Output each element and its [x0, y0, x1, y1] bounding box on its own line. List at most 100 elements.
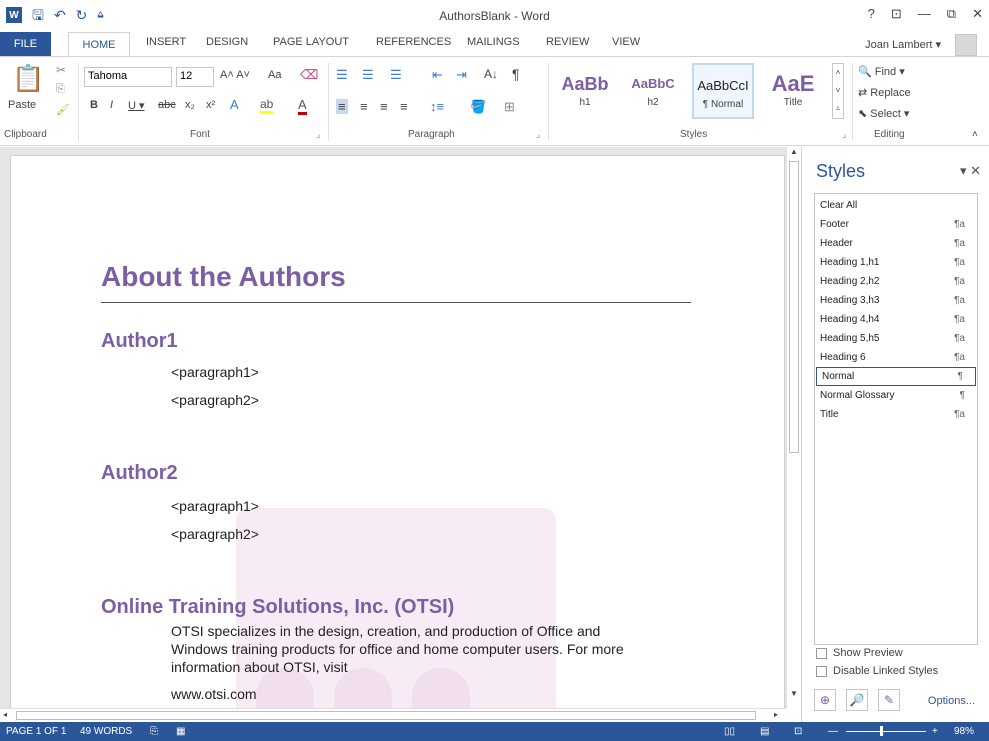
find-button[interactable]: 🔍 Find ▾: [858, 65, 905, 78]
vertical-scroll-thumb[interactable]: [789, 161, 799, 453]
user-name[interactable]: Joan Lambert ▾: [865, 38, 941, 51]
superscript-icon[interactable]: x²: [206, 99, 215, 111]
web-layout-icon[interactable]: ⊡: [794, 726, 802, 737]
italic-icon[interactable]: I: [110, 99, 113, 111]
zoom-out-icon[interactable]: —: [828, 726, 838, 737]
font-size-box[interactable]: 12: [176, 67, 214, 87]
style-tile-h2[interactable]: AaBbC h2: [622, 63, 684, 119]
avatar[interactable]: [955, 34, 977, 56]
tab-file[interactable]: FILE: [0, 32, 51, 56]
document-page[interactable]: About the Authors Author1 <paragraph1> <…: [10, 155, 785, 715]
pane-options-icon[interactable]: ▾: [960, 163, 967, 178]
select-button[interactable]: ⬉ Select ▾: [858, 107, 909, 120]
borders-icon[interactable]: ⊞: [504, 99, 515, 115]
format-painter-icon[interactable]: 🖌: [56, 103, 70, 116]
tab-home[interactable]: HOME: [68, 32, 130, 57]
scroll-up-icon[interactable]: ▲: [790, 147, 798, 156]
zoom-in-icon[interactable]: +: [932, 726, 938, 737]
tab-mailings[interactable]: MAILINGS: [467, 36, 520, 48]
style-tile-title[interactable]: AaE Title: [762, 63, 824, 119]
style-item-title[interactable]: Title ¶a: [815, 405, 977, 424]
scroll-down-icon[interactable]: ▼: [790, 689, 798, 698]
underline-icon[interactable]: U ▾: [128, 99, 145, 112]
show-marks-icon[interactable]: ¶: [512, 66, 520, 82]
styles-gallery-scroll[interactable]: ˄ ˅ ⩡: [832, 63, 844, 119]
line-spacing-icon[interactable]: ↕≡: [430, 99, 444, 114]
help-icon[interactable]: ?: [868, 6, 875, 22]
font-name-box[interactable]: Tahoma: [84, 67, 172, 87]
proofing-icon[interactable]: ⎘: [150, 726, 158, 737]
sort-icon[interactable]: A↓: [484, 67, 498, 81]
highlight-icon[interactable]: ab: [260, 97, 274, 114]
horizontal-scroll-thumb[interactable]: [16, 711, 756, 720]
restore-icon[interactable]: ⧉: [947, 6, 956, 22]
tab-page-layout[interactable]: PAGE LAYOUT: [273, 36, 349, 48]
collapse-ribbon-icon[interactable]: ˄: [972, 129, 978, 140]
vertical-scrollbar[interactable]: ▲ ▼: [786, 147, 801, 708]
strikethrough-icon[interactable]: abc: [158, 99, 176, 111]
style-item-normal-glossary[interactable]: Normal Glossary ¶: [815, 386, 977, 405]
tab-design[interactable]: DESIGN: [206, 36, 248, 48]
style-item-heading4[interactable]: Heading 4,h4 ¶a: [815, 310, 977, 329]
style-tile-normal[interactable]: AaBbCcI ¶ Normal: [692, 63, 754, 119]
scroll-left-icon[interactable]: ◂: [3, 710, 7, 719]
minimize-icon[interactable]: —: [918, 6, 931, 22]
style-item-header[interactable]: Header ¶a: [815, 234, 977, 253]
align-right-icon[interactable]: ≡: [380, 99, 388, 114]
align-left-icon[interactable]: ≡: [336, 99, 348, 114]
tab-review[interactable]: REVIEW: [546, 36, 589, 48]
style-item-heading2[interactable]: Heading 2,h2 ¶a: [815, 272, 977, 291]
disable-linked-row[interactable]: Disable Linked Styles: [816, 665, 938, 677]
shading-icon[interactable]: 🪣: [470, 99, 486, 115]
clear-formatting-icon[interactable]: ⌫: [300, 67, 318, 83]
increase-indent-icon[interactable]: ⇥: [456, 67, 467, 83]
zoom-slider[interactable]: [846, 731, 926, 732]
word-count[interactable]: 49 WORDS: [80, 726, 132, 737]
disable-linked-checkbox[interactable]: [816, 665, 827, 677]
cut-icon[interactable]: ✂: [56, 63, 66, 77]
show-preview-row[interactable]: Show Preview: [816, 647, 903, 659]
scroll-right-icon[interactable]: ▸: [774, 710, 778, 719]
tab-references[interactable]: REFERENCES: [376, 36, 451, 48]
decrease-indent-icon[interactable]: ⇤: [432, 67, 443, 83]
manage-styles-button[interactable]: ✎: [878, 689, 900, 711]
zoom-level[interactable]: 98%: [954, 726, 974, 737]
pane-close-icon[interactable]: ✕: [970, 163, 981, 178]
close-icon[interactable]: ✕: [972, 6, 983, 22]
styles-dialog-launcher-icon[interactable]: ⌟: [842, 129, 846, 140]
font-dialog-launcher-icon[interactable]: ⌟: [316, 129, 320, 140]
bullets-icon[interactable]: ☰: [336, 67, 348, 83]
zoom-slider-thumb[interactable]: [880, 726, 883, 736]
paste-button[interactable]: Paste: [8, 99, 36, 111]
font-color-icon[interactable]: A: [298, 97, 307, 115]
grow-font-icon[interactable]: A˄ A˅: [220, 69, 250, 81]
print-layout-icon[interactable]: ▤: [760, 726, 769, 737]
style-tile-h1[interactable]: AaBb h1: [554, 63, 616, 119]
subscript-icon[interactable]: x₂: [185, 99, 195, 111]
ribbon-display-icon[interactable]: ⊡: [891, 6, 902, 22]
change-case-button[interactable]: Aa: [268, 69, 281, 81]
page-count[interactable]: PAGE 1 OF 1: [6, 726, 66, 737]
bold-icon[interactable]: B: [90, 99, 98, 111]
tab-view[interactable]: VIEW: [612, 36, 640, 48]
style-item-heading5[interactable]: Heading 5,h5 ¶a: [815, 329, 977, 348]
tab-insert[interactable]: INSERT: [146, 36, 186, 48]
horizontal-scrollbar[interactable]: ◂ ▸: [0, 708, 786, 722]
style-item-heading6[interactable]: Heading 6 ¶a: [815, 348, 977, 367]
numbering-icon[interactable]: ☰: [362, 67, 374, 83]
copy-icon[interactable]: ⎘: [56, 83, 65, 96]
new-style-button[interactable]: ⊕: [814, 689, 836, 711]
style-item-clear-all[interactable]: Clear All: [815, 196, 977, 215]
read-mode-icon[interactable]: ▯▯: [724, 726, 735, 737]
macro-icon[interactable]: ▦: [176, 726, 185, 737]
style-item-heading3[interactable]: Heading 3,h3 ¶a: [815, 291, 977, 310]
center-icon[interactable]: ≡: [360, 99, 368, 114]
style-item-heading1[interactable]: Heading 1,h1 ¶a: [815, 253, 977, 272]
style-inspector-button[interactable]: 🔎: [846, 689, 868, 711]
styles-list[interactable]: Clear All Footer ¶a Header ¶a Heading 1,h1…: [814, 193, 978, 645]
replace-button[interactable]: ⇄ Replace: [858, 86, 911, 99]
justify-icon[interactable]: ≡: [400, 99, 408, 114]
text-effects-icon[interactable]: A: [230, 97, 239, 112]
options-link[interactable]: Options...: [928, 695, 975, 707]
paste-icon[interactable]: 📋: [12, 63, 44, 94]
